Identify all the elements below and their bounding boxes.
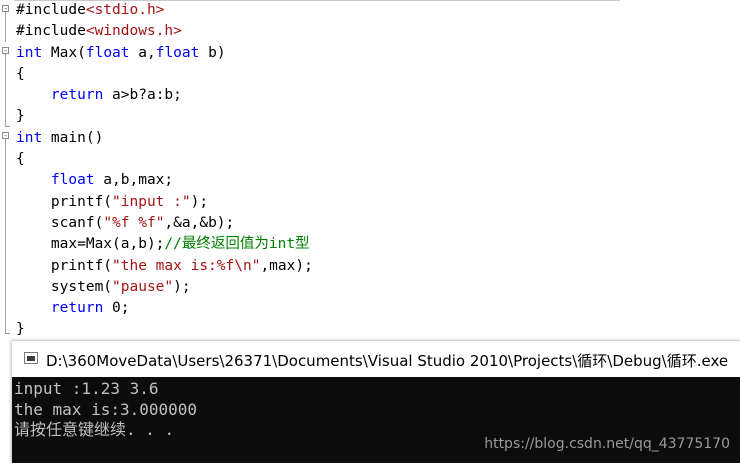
code-lines[interactable]: #include<stdio.h> #include<windows.h> int … xyxy=(16,0,313,341)
fold-guide xyxy=(5,12,6,42)
code-keyword: int xyxy=(16,129,43,146)
code-line: int main() xyxy=(16,128,313,149)
code-keyword: return xyxy=(50,87,104,104)
code-keyword: float xyxy=(50,172,95,189)
code-line: #include<windows.h> xyxy=(16,21,313,42)
code-text: { xyxy=(16,151,25,168)
fold-end-marker xyxy=(5,333,10,334)
code-text: ,max); xyxy=(260,257,313,274)
code-string: "%f %f" xyxy=(103,214,165,231)
fold-end-marker xyxy=(5,126,10,127)
code-line: scanf("%f %f",&a,&b); xyxy=(16,213,313,234)
watermark-text: https://blog.csdn.net/qq_43775170 xyxy=(484,436,730,452)
code-text: #include xyxy=(16,2,86,18)
code-line: #include<stdio.h> xyxy=(16,0,313,21)
console-output[interactable]: input :1.23 3.6 the max is:3.000000 请按任意… xyxy=(12,377,740,463)
code-text: #include xyxy=(16,23,86,40)
code-text: scanf( xyxy=(16,214,104,231)
code-text: printf( xyxy=(16,193,113,210)
fold-toggle-icon[interactable]: - xyxy=(2,47,9,55)
code-text: ); xyxy=(190,193,209,210)
code-text: a, xyxy=(129,44,156,61)
code-keyword: int xyxy=(16,44,43,61)
code-line: return 0; xyxy=(16,298,313,319)
fold-gutter: - - - xyxy=(0,0,14,340)
code-string: "the max is:%f\n" xyxy=(112,257,261,274)
console-title: D:\360MoveData\Users\26371\Documents\Vis… xyxy=(46,352,729,370)
code-text: a,b,max; xyxy=(94,172,174,189)
fold-guide xyxy=(5,139,6,333)
console-output-line: the max is:3.000000 xyxy=(14,399,198,419)
code-string: <windows.h> xyxy=(85,23,182,40)
console-app-icon xyxy=(24,352,38,364)
code-keyword: return xyxy=(50,300,104,317)
code-line: float a,b,max; xyxy=(16,170,313,191)
code-editor[interactable]: - - - #include<stdio.h> #include<windows.… xyxy=(0,0,740,340)
code-line: printf("the max is:%f\n",max); xyxy=(16,256,313,277)
code-text: 0; xyxy=(103,300,130,317)
console-output-line: input :1.23 3.6 xyxy=(14,379,159,398)
code-text: { xyxy=(16,65,25,82)
console-window[interactable]: D:\360MoveData\Users\26371\Documents\Vis… xyxy=(12,340,740,463)
code-string: "input :" xyxy=(112,193,191,210)
fold-toggle-icon[interactable]: - xyxy=(2,5,9,13)
code-text: ); xyxy=(173,278,191,295)
code-string: <stdio.h> xyxy=(85,2,165,18)
code-text: } xyxy=(16,108,25,125)
code-string: "pause" xyxy=(112,278,174,295)
code-text: system( xyxy=(16,278,113,295)
code-comment: //最终返回值为int型 xyxy=(164,236,310,253)
code-text: a>b?a:b; xyxy=(103,87,182,104)
code-line: { xyxy=(16,149,313,170)
code-line: max=Max(a,b);//最终返回值为int型 xyxy=(16,234,313,255)
code-line: } xyxy=(16,319,313,340)
code-text: printf( xyxy=(16,257,113,274)
fold-guide xyxy=(5,54,6,126)
code-keyword: float xyxy=(155,44,200,61)
fold-toggle-icon[interactable]: - xyxy=(2,132,9,140)
code-line: { xyxy=(16,64,313,85)
code-text: main() xyxy=(42,129,104,146)
code-line: return a>b?a:b; xyxy=(16,85,313,106)
console-output-line: 请按任意键继续. . . xyxy=(14,420,175,439)
code-text: } xyxy=(16,321,25,338)
console-titlebar[interactable]: D:\360MoveData\Users\26371\Documents\Vis… xyxy=(12,340,740,378)
code-line: system("pause"); xyxy=(16,277,313,298)
code-line: } xyxy=(16,106,313,127)
code-keyword: float xyxy=(85,44,130,61)
code-line: printf("input :"); xyxy=(16,192,313,213)
code-text: Max( xyxy=(42,44,86,61)
code-text: ,&a,&b); xyxy=(164,214,235,231)
code-text: b) xyxy=(199,44,226,61)
code-line: int Max(float a,float b) xyxy=(16,43,313,64)
code-text: max=Max(a,b); xyxy=(16,236,165,253)
